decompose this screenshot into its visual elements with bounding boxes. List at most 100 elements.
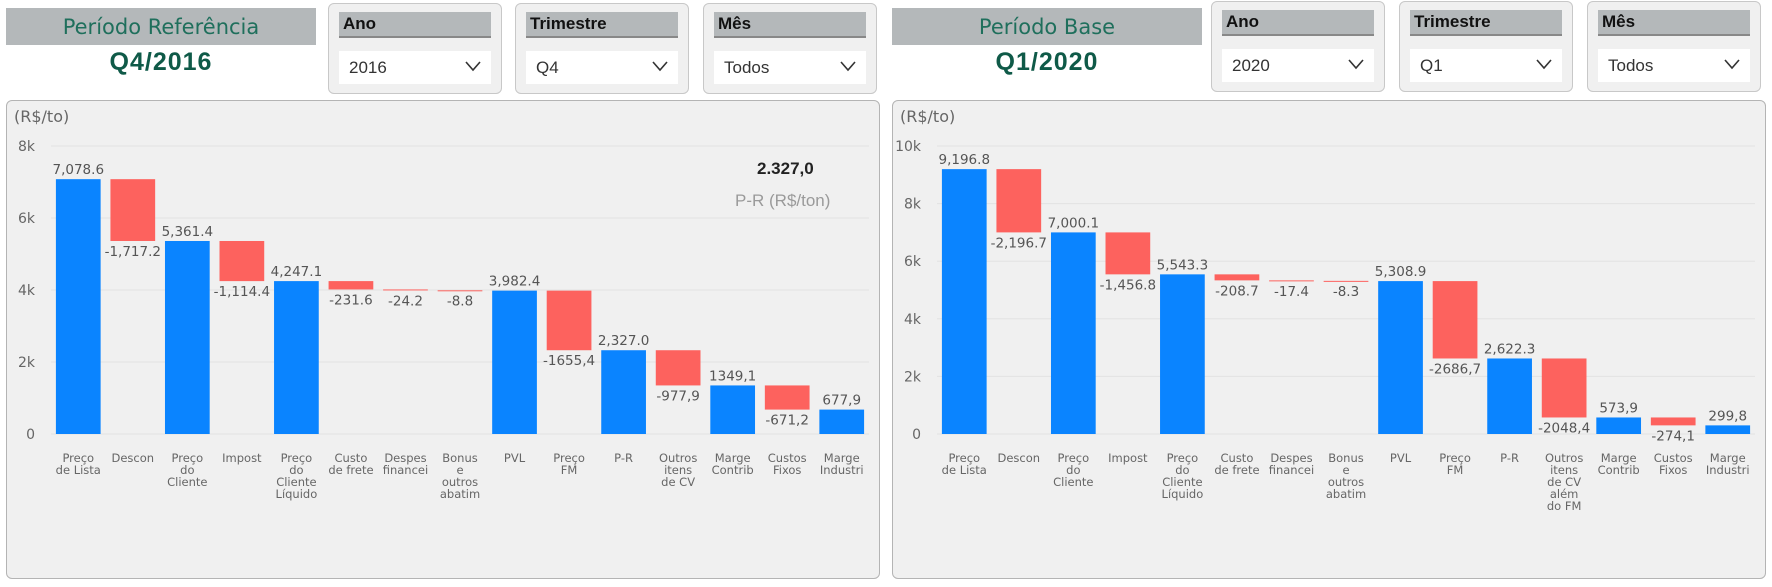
x-tick-label: FM <box>1447 463 1464 477</box>
data-label: -2048,4 <box>1538 420 1590 436</box>
data-label: -1655,4 <box>543 353 595 369</box>
reference-period-title: Período Referência <box>6 8 316 45</box>
decrease-bar <box>764 385 810 410</box>
quarter-dropdown[interactable]: Q1 <box>1410 49 1562 82</box>
slicer-header: Trimestre <box>526 12 678 38</box>
data-label: 1349,1 <box>709 368 756 384</box>
total-bar <box>1487 358 1532 434</box>
reference-waterfall-chart: 0 2k 4k 6k 8k 7,078.6 Preço de Lista -1,717.2 Des… <box>6 100 880 579</box>
x-tick-label: Descon <box>998 451 1041 465</box>
base-period-value: Q1/2020 <box>995 48 1099 76</box>
y-tick-label: 0 <box>912 427 921 443</box>
quarter-dropdown[interactable]: Q4 <box>526 51 678 84</box>
y-tick-label: 6k <box>904 254 922 270</box>
base-period-panel: Período Base Q1/2020 Ano 2020 Trimestre … <box>886 0 1772 587</box>
slicer-header: Trimestre <box>1410 10 1562 36</box>
x-tick-label: Líquido <box>1162 487 1204 501</box>
data-label: 3,982.4 <box>489 274 541 290</box>
x-tick-label: do FM <box>1547 499 1582 513</box>
data-label: 5,361.4 <box>162 224 214 240</box>
data-label: 2,327.0 <box>598 333 650 349</box>
data-label: 677,9 <box>822 393 861 409</box>
decrease-bar <box>383 289 428 291</box>
total-bar <box>55 179 101 434</box>
x-tick-label: financei <box>1269 463 1314 477</box>
x-tick-label: PVL <box>504 451 526 465</box>
chevron-down-icon <box>652 61 668 72</box>
y-tick-label: 10k <box>895 139 922 155</box>
x-tick-label: Industri <box>1706 463 1750 477</box>
x-tick-label: P-R <box>1500 451 1519 465</box>
x-tick-label: financei <box>383 463 428 477</box>
waterfall-svg: 02k4k6k8k7,078.6Preçode Lista-1,717.2Des… <box>18 139 869 501</box>
year-slicer[interactable]: Ano 2016 <box>328 3 502 94</box>
data-label: -274,1 <box>1651 428 1695 444</box>
data-label: 5,308.9 <box>1375 264 1427 280</box>
slicer-header: Ano <box>1222 10 1374 36</box>
data-label: -17.4 <box>1274 284 1309 300</box>
decrease-bar <box>546 290 592 351</box>
reference-period-value: Q4/2016 <box>109 48 213 76</box>
decrease-bar <box>110 179 156 241</box>
total-bar <box>1050 232 1096 434</box>
decrease-bar <box>996 169 1042 233</box>
data-label: -2,196.7 <box>991 235 1047 251</box>
dropdown-value: Todos <box>724 58 770 77</box>
data-label: -2686,7 <box>1429 361 1481 377</box>
month-slicer[interactable]: Mês Todos <box>1587 1 1761 92</box>
data-label: -1,114.4 <box>214 284 270 300</box>
x-tick-label: Cliente <box>1053 475 1093 489</box>
dropdown-value: Q1 <box>1420 56 1443 75</box>
dropdown-value: 2016 <box>349 58 387 77</box>
slicer-header: Mês <box>714 12 866 38</box>
total-bar <box>492 290 537 434</box>
data-label: -24.2 <box>388 293 423 309</box>
dropdown-value: Q4 <box>536 58 559 77</box>
y-tick-label: 8k <box>904 197 922 213</box>
x-tick-label: Fixos <box>1659 463 1687 477</box>
x-tick-label: Contrib <box>1598 463 1640 477</box>
data-label: 4,247.1 <box>271 264 323 280</box>
x-tick-label: Contrib <box>712 463 754 477</box>
year-slicer[interactable]: Ano 2020 <box>1211 1 1385 92</box>
chevron-down-icon <box>465 61 481 72</box>
year-dropdown[interactable]: 2016 <box>339 51 491 84</box>
data-label: 7,000.1 <box>1048 215 1100 231</box>
quarter-slicer[interactable]: Trimestre Q4 <box>515 3 689 94</box>
data-label: 7,078.6 <box>53 162 105 178</box>
month-slicer[interactable]: Mês Todos <box>703 3 877 94</box>
y-tick-label: 8k <box>18 139 36 155</box>
x-tick-label: Líquido <box>276 487 318 501</box>
decrease-bar <box>328 281 374 290</box>
total-bar <box>601 350 646 434</box>
data-label: -1,456.8 <box>1100 277 1156 293</box>
base-waterfall-chart: 0 2k 4k 6k 8k 10k 9,196.8 Preço de Lista -2,196.7… <box>892 100 1766 579</box>
kpi-label: P-R (R$/ton) <box>735 191 831 210</box>
quarter-slicer[interactable]: Trimestre Q1 <box>1399 1 1573 92</box>
year-dropdown[interactable]: 2020 <box>1222 49 1374 82</box>
data-label: 299,8 <box>1708 408 1747 424</box>
chevron-down-icon <box>1536 59 1552 70</box>
chevron-down-icon <box>840 61 856 72</box>
data-label: -208.7 <box>1215 283 1259 299</box>
decrease-bar <box>655 350 701 386</box>
y-tick-label: 0 <box>26 427 35 443</box>
data-label: 2,622.3 <box>1484 341 1536 357</box>
x-tick-label: Fixos <box>773 463 801 477</box>
data-label: 9,196.8 <box>939 152 991 168</box>
waterfall-svg: 02k4k6k8k10k9,196.8Preçode Lista-2,196.7… <box>895 139 1755 513</box>
chevron-down-icon <box>1724 59 1740 70</box>
total-bar <box>941 169 987 435</box>
reference-period-panel: Período Referência Q4/2016 Ano 2016 Trim… <box>0 0 884 587</box>
total-bar <box>1705 425 1751 434</box>
decrease-bar <box>437 290 483 292</box>
x-tick-label: de Lista <box>56 463 101 477</box>
x-tick-label: abatim <box>1326 487 1366 501</box>
chevron-down-icon <box>1348 59 1364 70</box>
y-tick-label: 4k <box>18 283 36 299</box>
month-dropdown[interactable]: Todos <box>1598 49 1750 82</box>
month-dropdown[interactable]: Todos <box>714 51 866 84</box>
total-bar <box>1378 281 1423 434</box>
y-tick-label: 2k <box>18 355 36 371</box>
decrease-bar <box>1432 281 1478 359</box>
